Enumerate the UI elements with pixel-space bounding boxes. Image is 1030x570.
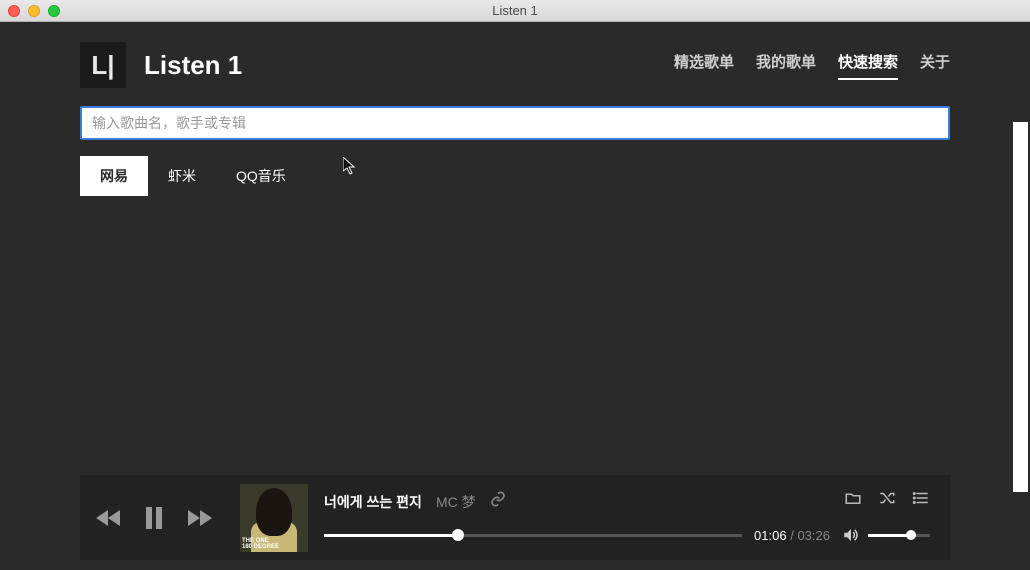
track-title: 너에게 쓰는 편지 xyxy=(324,492,422,512)
brand: L| Listen 1 xyxy=(80,42,242,88)
progress-bar[interactable] xyxy=(324,534,742,537)
app-body: L| Listen 1 精选歌单 我的歌单 快速搜索 关于 网易 虾米 QQ音乐 xyxy=(0,22,1030,570)
tab-xiami[interactable]: 虾米 xyxy=(148,156,216,196)
progress-knob[interactable] xyxy=(452,529,464,541)
track-meta: 너에게 쓰는 편지 MC 梦 xyxy=(324,491,930,512)
window-minimize-button[interactable] xyxy=(28,5,40,17)
time-total: 03:26 xyxy=(797,528,830,543)
titlebar: Listen 1 xyxy=(0,0,1030,22)
player-bar: THE ONE 180 DEGREE 너에게 쓰는 편지 MC 梦 xyxy=(80,475,950,560)
track-artist[interactable]: MC 梦 xyxy=(436,492,476,512)
volume-control xyxy=(842,526,930,544)
album-text-overlay: THE ONE 180 DEGREE xyxy=(242,538,279,550)
window-title: Listen 1 xyxy=(492,3,538,18)
search-container xyxy=(0,106,1030,140)
app-logo: L| xyxy=(80,42,126,88)
volume-knob[interactable] xyxy=(906,530,916,540)
app-name: Listen 1 xyxy=(144,50,242,81)
volume-icon[interactable] xyxy=(842,526,860,544)
player-top-icons xyxy=(844,489,930,512)
shuffle-icon[interactable] xyxy=(878,489,896,512)
app-window: Listen 1 L| Listen 1 精选歌单 我的歌单 快速搜索 关于 网… xyxy=(0,0,1030,570)
window-close-button[interactable] xyxy=(8,5,20,17)
main-nav: 精选歌单 我的歌单 快速搜索 关于 xyxy=(674,51,950,80)
volume-bar[interactable] xyxy=(868,534,930,537)
search-input[interactable] xyxy=(80,106,950,140)
tab-qqmusic[interactable]: QQ音乐 xyxy=(216,156,306,196)
link-icon[interactable] xyxy=(490,491,506,512)
playback-controls xyxy=(96,506,212,530)
track-area: 너에게 쓰는 편지 MC 梦 01:06 / 03 xyxy=(324,491,930,544)
nav-quick-search[interactable]: 快速搜索 xyxy=(838,51,898,80)
pause-button[interactable] xyxy=(144,506,164,530)
source-tabs: 网易 虾米 QQ音乐 xyxy=(0,140,1030,196)
tab-netease[interactable]: 网易 xyxy=(80,156,148,196)
time-display: 01:06 / 03:26 xyxy=(754,528,830,543)
scrollbar[interactable] xyxy=(1013,122,1028,492)
progress-fill xyxy=(324,534,458,537)
nav-featured-playlists[interactable]: 精选歌单 xyxy=(674,51,734,80)
prev-button[interactable] xyxy=(96,508,122,528)
open-folder-icon[interactable] xyxy=(844,489,862,512)
album-art[interactable]: THE ONE 180 DEGREE xyxy=(240,484,308,552)
scrollbar-thumb[interactable] xyxy=(1013,122,1028,492)
playlist-icon[interactable] xyxy=(912,489,930,512)
progress-row: 01:06 / 03:26 xyxy=(324,526,930,544)
content-area xyxy=(0,196,1030,475)
time-current: 01:06 xyxy=(754,528,787,543)
nav-about[interactable]: 关于 xyxy=(920,51,950,80)
volume-fill xyxy=(868,534,911,537)
next-button[interactable] xyxy=(186,508,212,528)
window-maximize-button[interactable] xyxy=(48,5,60,17)
logo-text: L| xyxy=(91,50,114,81)
header: L| Listen 1 精选歌单 我的歌单 快速搜索 关于 xyxy=(0,22,1030,106)
nav-my-playlists[interactable]: 我的歌单 xyxy=(756,51,816,80)
traffic-lights xyxy=(8,5,60,17)
